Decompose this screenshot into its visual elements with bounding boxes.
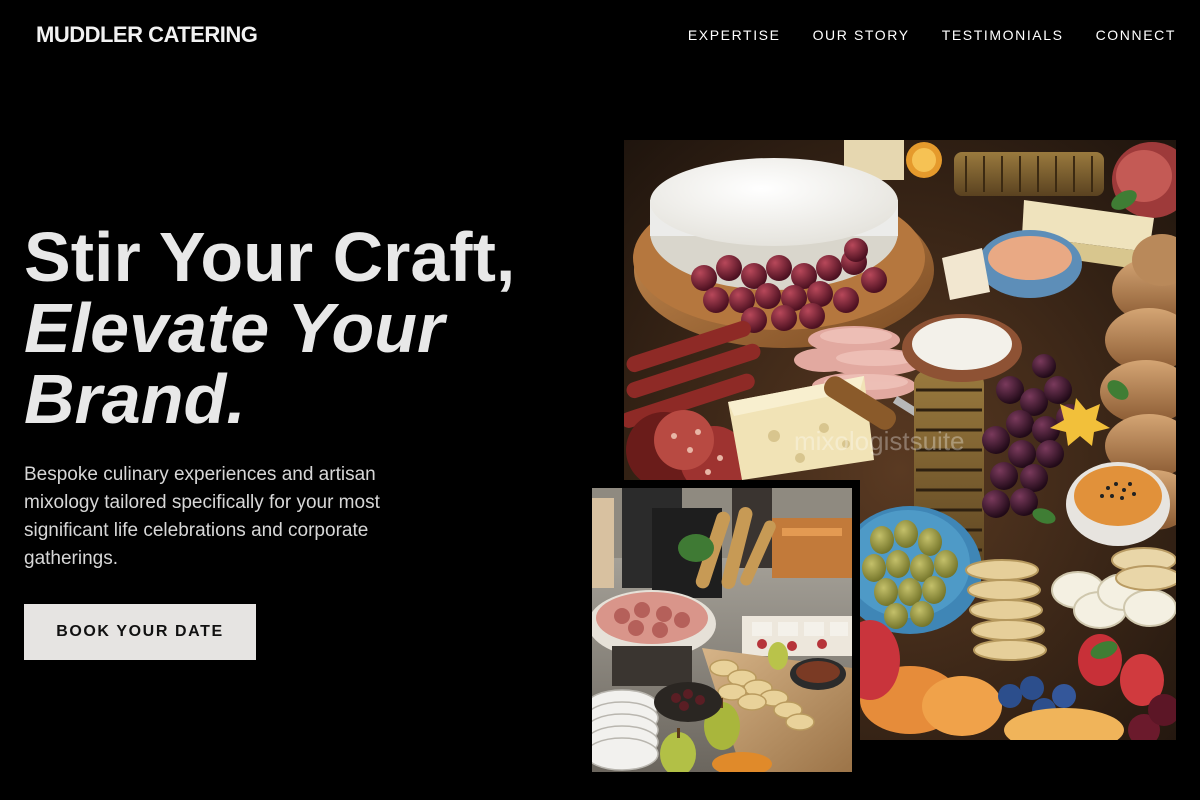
nav-link-connect[interactable]: CONNECT	[1096, 27, 1176, 43]
nav-link-testimonials[interactable]: TESTIMONIALS	[942, 27, 1064, 43]
page: MUDDLER CATERING EXPERTISE OUR STORY TES…	[0, 0, 1200, 800]
headline-line-3: Brand.	[24, 360, 246, 438]
nav-link-expertise[interactable]: EXPERTISE	[688, 27, 781, 43]
buffet-table-photo	[592, 488, 852, 772]
hero-subtitle: Bespoke culinary experiences and artisan…	[24, 464, 380, 569]
watermark-text: mixologistsuite	[794, 426, 965, 456]
headline-line-2: Elevate Your	[24, 289, 445, 367]
brand-logo[interactable]: MUDDLER CATERING	[36, 22, 258, 48]
book-your-date-button[interactable]: BOOK YOUR DATE	[24, 604, 256, 660]
main-nav: EXPERTISE OUR STORY TESTIMONIALS CONNECT	[688, 27, 1176, 43]
headline-line-1: Stir Your Craft,	[24, 218, 516, 296]
hero-headline: Stir Your Craft, Elevate Your Brand.	[24, 222, 584, 435]
nav-link-our-story[interactable]: OUR STORY	[813, 27, 910, 43]
